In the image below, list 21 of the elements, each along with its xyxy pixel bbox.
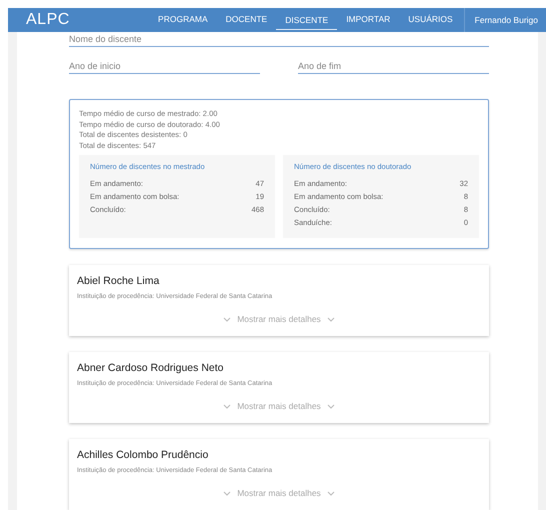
chevron-down-icon [223,490,232,496]
student-name: Abner Cardoso Rodrigues Neto [77,362,224,374]
start-year-field[interactable]: Ano de inicio [69,59,260,74]
chevron-down-icon [223,316,232,322]
nav-tab[interactable]: DOCENTE [216,8,276,32]
nav-tab[interactable]: IMPORTAR [337,8,400,32]
nav-tab[interactable]: USUÁRIOS [399,8,462,32]
details-button[interactable]: Mostrar mais detalhes [223,314,335,324]
nav-tab[interactable]: DISCENTE [276,10,338,30]
chevron-down-icon [326,316,335,322]
chevron-down-icon [326,404,335,408]
student-name: Abiel Roche Lima [77,275,160,287]
end-year-field[interactable]: Ano de fim [298,59,489,74]
name-field[interactable]: Nome do discente [69,32,489,47]
details-button[interactable]: Mostrar mais detalhes [223,488,335,498]
chevron-down-icon [223,404,232,408]
chevron-down-icon [326,490,335,496]
student-name: Achilles Colombo Prudêncio [77,449,210,461]
nav-tab[interactable]: PROGRAMA [149,8,217,32]
details-button[interactable]: Mostrar mais detalhes [223,401,335,411]
app-logo: ALPC [26,11,70,29]
